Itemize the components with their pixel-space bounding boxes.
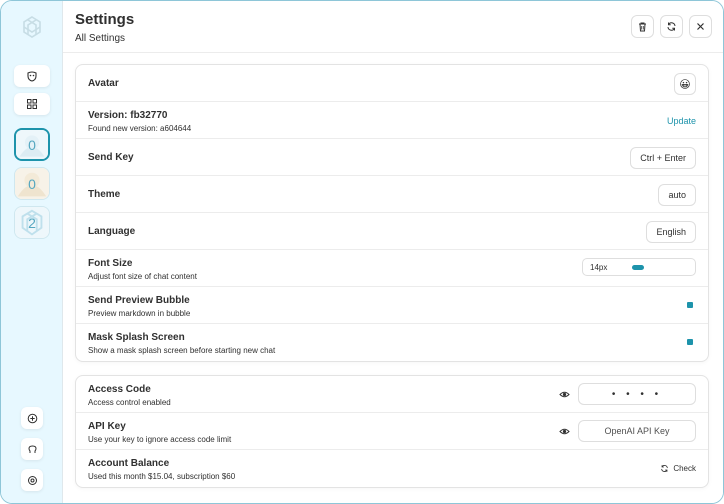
settings-button[interactable] — [21, 469, 43, 491]
version-label: Version: fb32770 — [88, 110, 168, 121]
theme-row: Theme auto — [76, 176, 708, 213]
api-key-row: API Key Use your key to ignore access co… — [76, 413, 708, 450]
api-key-label: API Key — [88, 421, 126, 432]
access-code-label: Access Code — [88, 384, 151, 395]
api-key-input[interactable] — [578, 420, 696, 442]
mask-item-1[interactable]: 0 — [14, 128, 50, 161]
new-chat-button[interactable] — [21, 407, 43, 429]
settings-window: 0 0 2 Settings All Settings Avatar 😀 Ver… — [0, 0, 724, 504]
mask-splash-row: Mask Splash Screen Show a mask splash sc… — [76, 324, 708, 361]
language-select[interactable]: English — [646, 221, 696, 243]
mask-count: 0 — [28, 136, 36, 153]
send-preview-checkbox[interactable] — [687, 302, 693, 308]
access-code-row: Access Code Access control enabled • • •… — [76, 376, 708, 413]
mask-count: 2 — [28, 214, 36, 231]
mask-item-3[interactable]: 2 — [14, 206, 50, 239]
theme-select[interactable]: auto — [658, 184, 696, 206]
eye-icon[interactable] — [559, 426, 570, 437]
send-key-row: Send Key Ctrl + Enter — [76, 139, 708, 176]
mask-splash-subtitle: Show a mask splash screen before startin… — [88, 346, 276, 355]
send-preview-row: Send Preview Bubble Preview markdown in … — [76, 287, 708, 324]
avatar-button[interactable]: 😀 — [674, 73, 696, 95]
font-size-subtitle: Adjust font size of chat content — [88, 272, 197, 281]
send-preview-label: Send Preview Bubble — [88, 295, 190, 306]
font-size-row: Font Size Adjust font size of chat conte… — [76, 250, 708, 287]
update-link[interactable]: Update — [667, 116, 696, 126]
font-size-label: Font Size — [88, 258, 133, 269]
check-balance-button[interactable]: Check — [660, 461, 696, 475]
theme-label: Theme — [88, 189, 121, 200]
version-subtitle: Found new version: a604644 — [88, 124, 192, 133]
language-row: Language English — [76, 213, 708, 250]
grid-icon — [27, 99, 37, 109]
github-button[interactable] — [21, 438, 43, 460]
access-code-input[interactable]: • • • • — [578, 383, 696, 405]
avatar-label: Avatar — [88, 78, 119, 89]
mask-count: 0 — [28, 175, 36, 192]
close-icon — [697, 23, 704, 30]
account-balance-subtitle: Used this month $15.04, subscription $60 — [88, 472, 236, 481]
mask-icon — [27, 71, 37, 82]
font-size-slider[interactable]: 14px — [582, 258, 696, 276]
account-balance-row: Account Balance Used this month $15.04, … — [76, 450, 708, 487]
plugin-button[interactable] — [14, 93, 50, 115]
settings-header: Settings All Settings — [63, 1, 723, 53]
send-key-select[interactable]: Ctrl + Enter — [630, 147, 696, 169]
github-icon — [27, 444, 37, 453]
openai-logo-icon — [23, 16, 41, 38]
close-button[interactable] — [689, 15, 712, 38]
general-settings-card: Avatar 😀 Version: fb32770 Found new vers… — [75, 64, 709, 362]
access-settings-card: Access Code Access control enabled • • •… — [75, 375, 709, 488]
reset-button[interactable] — [660, 15, 683, 38]
settings-panel: Settings All Settings Avatar 😀 Version: … — [63, 1, 723, 503]
mask-splash-label: Mask Splash Screen — [88, 332, 185, 343]
page-title: Settings — [75, 11, 135, 28]
clear-icon — [639, 22, 646, 32]
plus-circle-icon — [27, 413, 37, 423]
send-preview-subtitle: Preview markdown in bubble — [88, 309, 191, 318]
sidebar: 0 0 2 — [1, 1, 63, 503]
avatar-row: Avatar 😀 — [76, 65, 708, 102]
slider-thumb[interactable] — [632, 265, 644, 270]
mask-splash-checkbox[interactable] — [687, 339, 693, 345]
page-subtitle: All Settings — [75, 33, 126, 44]
eye-icon[interactable] — [559, 389, 570, 400]
account-balance-label: Account Balance — [88, 458, 170, 469]
settings-icon — [27, 475, 37, 485]
api-key-subtitle: Use your key to ignore access code limit — [88, 435, 232, 444]
check-label: Check — [673, 463, 696, 473]
font-size-value: 14px — [590, 263, 608, 272]
language-label: Language — [88, 226, 136, 237]
version-row: Version: fb32770 Found new version: a604… — [76, 102, 708, 139]
mask-button[interactable] — [14, 65, 50, 87]
reset-icon — [661, 464, 669, 472]
send-key-label: Send Key — [88, 152, 134, 163]
reset-icon — [667, 22, 676, 31]
clear-button[interactable] — [631, 15, 654, 38]
mask-item-2[interactable]: 0 — [14, 167, 50, 200]
access-code-subtitle: Access control enabled — [88, 398, 171, 407]
